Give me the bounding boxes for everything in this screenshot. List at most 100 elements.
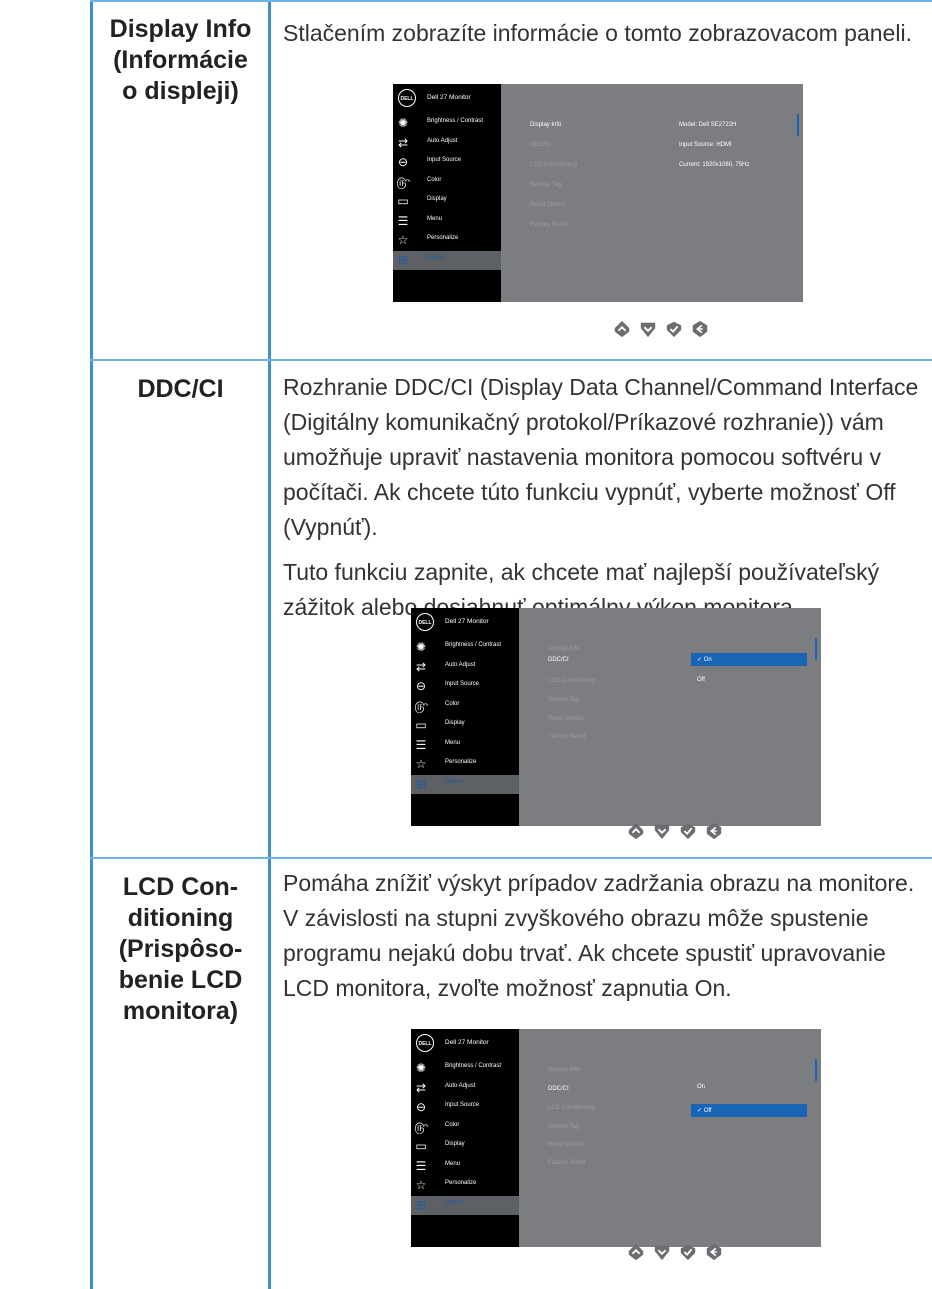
menu-item-brightness-contrast[interactable]: ✺ Brightness / Contrast bbox=[411, 638, 519, 657]
brightness-icon: ✺ bbox=[397, 116, 409, 130]
submenu-factory-reset[interactable]: Factory Reset bbox=[548, 1160, 585, 1166]
auto-adjust-icon: ⇄ bbox=[415, 1080, 427, 1095]
menu-item-others[interactable]: ⊞ Others bbox=[411, 1195, 519, 1215]
option-off[interactable]: Off bbox=[697, 677, 705, 683]
osd-title: Dell 27 Monitor bbox=[445, 1039, 489, 1046]
submenu-factory-reset[interactable]: Factory Reset bbox=[548, 734, 585, 740]
menu-item-personalize[interactable]: ☆ Personalize bbox=[411, 755, 519, 774]
submenu-ddc-ci[interactable]: DDC/CI bbox=[548, 1086, 569, 1092]
menu-item-personalize[interactable]: ☆ Personalize bbox=[411, 1176, 519, 1195]
submenu-lcd-conditioning[interactable]: LCD Conditioning bbox=[548, 1105, 595, 1111]
menu-item-input-source[interactable]: ⊖ Input Source bbox=[411, 677, 519, 696]
submenu-lcd-conditioning[interactable]: LCD Conditioning bbox=[530, 162, 577, 168]
menu-item-display[interactable]: ▭ Display bbox=[411, 716, 519, 735]
paragraph: Rozhranie DDC/CI (Display Data Channel/C… bbox=[283, 374, 919, 540]
menu-item-others[interactable]: ⊞ Others bbox=[411, 774, 519, 794]
row-divider bbox=[90, 0, 932, 2]
menu-item-label: Auto Adjust bbox=[427, 137, 458, 144]
menu-item-menu[interactable]: ☰ Menu bbox=[411, 1157, 519, 1176]
brightness-icon: ✺ bbox=[415, 1061, 427, 1075]
back-icon[interactable] bbox=[691, 320, 709, 338]
menu-item-label: Auto Adjust bbox=[445, 1082, 476, 1089]
option-on-selected[interactable]: ✓ On bbox=[691, 653, 807, 666]
display-icon: ▭ bbox=[415, 1139, 427, 1153]
menu-item-personalize[interactable]: ☆ Personalize bbox=[393, 231, 501, 250]
menu-item-label: Input Source bbox=[445, 681, 480, 687]
ok-icon[interactable] bbox=[665, 320, 683, 338]
up-icon[interactable] bbox=[613, 320, 631, 338]
submenu-reset-others[interactable]: Reset Others bbox=[548, 716, 583, 722]
row-label-lcd-conditioning: LCD Con- ditioning (Prispôso- benie LCD … bbox=[118, 873, 243, 1025]
menu-item-label: Input Source bbox=[427, 157, 462, 163]
submenu-display-info[interactable]: Display Info bbox=[548, 1067, 579, 1073]
ok-icon[interactable] bbox=[679, 1243, 697, 1261]
option-label: Off bbox=[703, 1108, 712, 1114]
osd-title: Dell 27 Monitor bbox=[427, 94, 471, 101]
menu-item-label: Brightness / Contrast bbox=[445, 642, 502, 648]
input-source-icon: ⊖ bbox=[415, 1100, 427, 1114]
menu-item-auto-adjust[interactable]: ⇄ Auto Adjust bbox=[393, 134, 501, 153]
row-description-ddc-ci: Rozhranie DDC/CI (Display Data Channel/C… bbox=[283, 370, 923, 625]
row-divider bbox=[90, 359, 932, 361]
menu-item-others[interactable]: ⊞ Others bbox=[393, 250, 501, 270]
submenu-service-tag[interactable]: Service Tag bbox=[548, 697, 579, 703]
submenu-display-info[interactable]: Display Info bbox=[548, 646, 579, 652]
menu-item-auto-adjust[interactable]: ⇄ Auto Adjust bbox=[411, 658, 519, 677]
personalize-icon: ☆ bbox=[415, 757, 427, 771]
dell-logo: DELL bbox=[398, 89, 416, 107]
menu-item-label: Personalize bbox=[427, 235, 459, 241]
menu-item-input-source[interactable]: ⊖ Input Source bbox=[411, 1098, 519, 1117]
down-icon[interactable] bbox=[653, 1243, 671, 1261]
option-on[interactable]: On bbox=[697, 1084, 705, 1090]
submenu-lcd-conditioning[interactable]: LCD Conditioning bbox=[548, 678, 595, 684]
submenu-service-tag[interactable]: Service Tag bbox=[530, 182, 561, 188]
auto-adjust-icon: ⇄ bbox=[415, 659, 427, 674]
menu-item-menu[interactable]: ☰ Menu bbox=[393, 212, 501, 231]
menu-item-auto-adjust[interactable]: ⇄ Auto Adjust bbox=[411, 1079, 519, 1098]
table-border-middle bbox=[268, 0, 271, 1289]
scroll-indicator bbox=[797, 114, 799, 136]
osd-lcd-conditioning: DELL Dell 27 Monitor Display Info DDC/CI… bbox=[411, 1029, 821, 1247]
menu-item-color[interactable]: ௹ Color bbox=[393, 173, 501, 192]
menu-item-color[interactable]: ௹ Color bbox=[411, 697, 519, 716]
down-icon[interactable] bbox=[653, 822, 671, 840]
menu-item-brightness-contrast[interactable]: ✺ Brightness / Contrast bbox=[411, 1059, 519, 1078]
auto-adjust-icon: ⇄ bbox=[397, 135, 409, 150]
menu-item-label: Color bbox=[445, 1121, 460, 1128]
menu-item-label: Menu bbox=[445, 1160, 461, 1167]
back-icon[interactable] bbox=[705, 1243, 723, 1261]
ok-icon[interactable] bbox=[679, 822, 697, 840]
display-icon: ▭ bbox=[415, 718, 427, 732]
menu-item-label: Input Source bbox=[445, 1102, 480, 1108]
dell-logo: DELL bbox=[416, 1034, 434, 1052]
scroll-indicator bbox=[815, 1059, 817, 1081]
submenu-reset-others[interactable]: Reset Others bbox=[548, 1142, 583, 1148]
scroll-indicator bbox=[815, 638, 817, 660]
down-icon[interactable] bbox=[639, 320, 657, 338]
menu-item-display[interactable]: ▭ Display bbox=[393, 192, 501, 211]
submenu-ddc-ci[interactable]: DDC/CI bbox=[548, 657, 569, 663]
menu-item-brightness-contrast[interactable]: ✺ Brightness / Contrast bbox=[393, 114, 501, 133]
model-value: Model: Dell SE2722H bbox=[679, 122, 737, 128]
menu-item-label: Personalize bbox=[445, 759, 477, 765]
submenu-ddc-ci[interactable]: DDC/CI bbox=[530, 142, 551, 148]
option-off-selected[interactable]: ✓ Off bbox=[691, 1104, 807, 1117]
nav-buttons bbox=[627, 1243, 827, 1263]
submenu-service-tag[interactable]: Service Tag bbox=[548, 1124, 579, 1130]
menu-item-menu[interactable]: ☰ Menu bbox=[411, 736, 519, 755]
others-icon: ⊞ bbox=[415, 776, 427, 791]
submenu-display-info[interactable]: Display Info bbox=[530, 122, 561, 128]
up-icon[interactable] bbox=[627, 822, 645, 840]
menu-item-color[interactable]: ௹ Color bbox=[411, 1118, 519, 1137]
submenu-reset-others[interactable]: Reset Others bbox=[530, 202, 565, 208]
back-icon[interactable] bbox=[705, 822, 723, 840]
menu-item-display[interactable]: ▭ Display bbox=[411, 1137, 519, 1156]
check-icon: ✓ bbox=[697, 657, 703, 663]
menu-item-label: Display bbox=[445, 720, 465, 726]
menu-item-label: Color bbox=[445, 700, 460, 707]
up-icon[interactable] bbox=[627, 1243, 645, 1261]
submenu-factory-reset[interactable]: Factory Reset bbox=[530, 222, 567, 228]
menu-item-input-source[interactable]: ⊖ Input Source bbox=[393, 153, 501, 172]
paragraph: Pomáha znížiť výskyt prípadov zadržania … bbox=[283, 870, 915, 1001]
brightness-icon: ✺ bbox=[415, 640, 427, 654]
